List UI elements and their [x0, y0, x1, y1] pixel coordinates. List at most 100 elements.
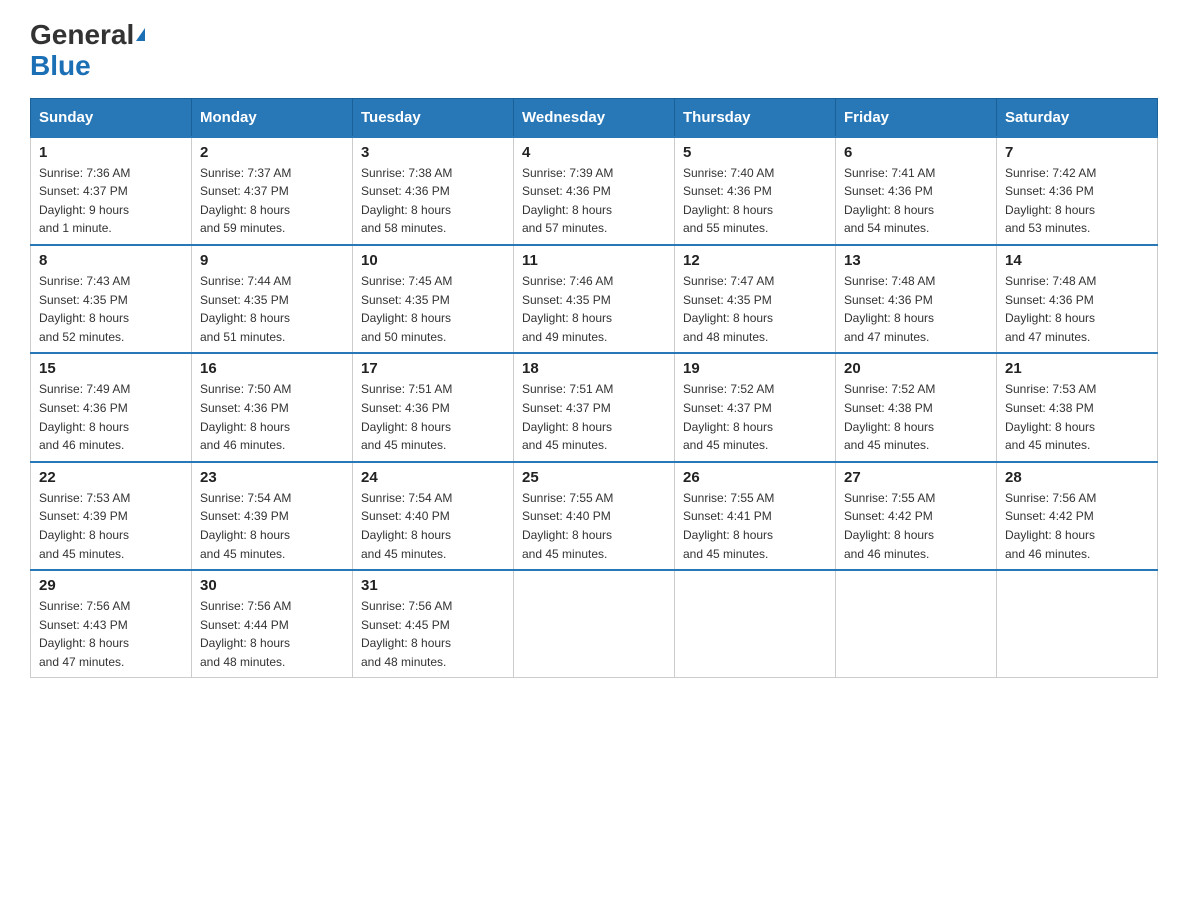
calendar-cell: 20 Sunrise: 7:52 AMSunset: 4:38 PMDaylig… [836, 353, 997, 461]
day-number: 22 [39, 469, 183, 486]
column-header-wednesday: Wednesday [514, 98, 675, 137]
logo-blue: Blue [30, 51, 91, 82]
day-number: 28 [1005, 469, 1149, 486]
day-info: Sunrise: 7:38 AMSunset: 4:36 PMDaylight:… [361, 164, 505, 238]
calendar-week-row: 15 Sunrise: 7:49 AMSunset: 4:36 PMDaylig… [31, 353, 1158, 461]
day-info: Sunrise: 7:45 AMSunset: 4:35 PMDaylight:… [361, 272, 505, 346]
calendar-week-row: 1 Sunrise: 7:36 AMSunset: 4:37 PMDayligh… [31, 137, 1158, 245]
calendar-week-row: 29 Sunrise: 7:56 AMSunset: 4:43 PMDaylig… [31, 570, 1158, 678]
calendar-cell: 24 Sunrise: 7:54 AMSunset: 4:40 PMDaylig… [353, 462, 514, 570]
calendar-cell: 8 Sunrise: 7:43 AMSunset: 4:35 PMDayligh… [31, 245, 192, 353]
day-number: 9 [200, 252, 344, 269]
day-info: Sunrise: 7:37 AMSunset: 4:37 PMDaylight:… [200, 164, 344, 238]
day-info: Sunrise: 7:46 AMSunset: 4:35 PMDaylight:… [522, 272, 666, 346]
calendar-cell: 28 Sunrise: 7:56 AMSunset: 4:42 PMDaylig… [997, 462, 1158, 570]
day-number: 5 [683, 144, 827, 161]
day-number: 26 [683, 469, 827, 486]
calendar-cell: 6 Sunrise: 7:41 AMSunset: 4:36 PMDayligh… [836, 137, 997, 245]
day-info: Sunrise: 7:39 AMSunset: 4:36 PMDaylight:… [522, 164, 666, 238]
day-info: Sunrise: 7:55 AMSunset: 4:40 PMDaylight:… [522, 489, 666, 563]
day-info: Sunrise: 7:47 AMSunset: 4:35 PMDaylight:… [683, 272, 827, 346]
calendar-cell: 25 Sunrise: 7:55 AMSunset: 4:40 PMDaylig… [514, 462, 675, 570]
calendar-cell: 5 Sunrise: 7:40 AMSunset: 4:36 PMDayligh… [675, 137, 836, 245]
calendar-cell: 26 Sunrise: 7:55 AMSunset: 4:41 PMDaylig… [675, 462, 836, 570]
day-info: Sunrise: 7:42 AMSunset: 4:36 PMDaylight:… [1005, 164, 1149, 238]
day-info: Sunrise: 7:49 AMSunset: 4:36 PMDaylight:… [39, 380, 183, 454]
day-number: 8 [39, 252, 183, 269]
calendar-cell: 18 Sunrise: 7:51 AMSunset: 4:37 PMDaylig… [514, 353, 675, 461]
day-info: Sunrise: 7:40 AMSunset: 4:36 PMDaylight:… [683, 164, 827, 238]
day-info: Sunrise: 7:56 AMSunset: 4:43 PMDaylight:… [39, 597, 183, 671]
calendar-cell: 7 Sunrise: 7:42 AMSunset: 4:36 PMDayligh… [997, 137, 1158, 245]
day-number: 10 [361, 252, 505, 269]
calendar-cell: 2 Sunrise: 7:37 AMSunset: 4:37 PMDayligh… [192, 137, 353, 245]
day-info: Sunrise: 7:55 AMSunset: 4:41 PMDaylight:… [683, 489, 827, 563]
calendar-cell: 30 Sunrise: 7:56 AMSunset: 4:44 PMDaylig… [192, 570, 353, 678]
column-header-monday: Monday [192, 98, 353, 137]
calendar-cell: 16 Sunrise: 7:50 AMSunset: 4:36 PMDaylig… [192, 353, 353, 461]
day-number: 12 [683, 252, 827, 269]
page-header: General Blue [30, 20, 1158, 82]
calendar-cell [836, 570, 997, 678]
calendar-cell: 9 Sunrise: 7:44 AMSunset: 4:35 PMDayligh… [192, 245, 353, 353]
day-number: 16 [200, 360, 344, 377]
calendar-cell: 19 Sunrise: 7:52 AMSunset: 4:37 PMDaylig… [675, 353, 836, 461]
day-number: 13 [844, 252, 988, 269]
day-info: Sunrise: 7:44 AMSunset: 4:35 PMDaylight:… [200, 272, 344, 346]
day-number: 15 [39, 360, 183, 377]
day-number: 3 [361, 144, 505, 161]
day-number: 31 [361, 577, 505, 594]
day-number: 1 [39, 144, 183, 161]
calendar-cell: 1 Sunrise: 7:36 AMSunset: 4:37 PMDayligh… [31, 137, 192, 245]
day-number: 27 [844, 469, 988, 486]
day-number: 29 [39, 577, 183, 594]
day-info: Sunrise: 7:52 AMSunset: 4:37 PMDaylight:… [683, 380, 827, 454]
calendar-cell: 27 Sunrise: 7:55 AMSunset: 4:42 PMDaylig… [836, 462, 997, 570]
calendar-cell: 3 Sunrise: 7:38 AMSunset: 4:36 PMDayligh… [353, 137, 514, 245]
day-info: Sunrise: 7:36 AMSunset: 4:37 PMDaylight:… [39, 164, 183, 238]
day-number: 18 [522, 360, 666, 377]
day-number: 25 [522, 469, 666, 486]
column-header-sunday: Sunday [31, 98, 192, 137]
day-info: Sunrise: 7:48 AMSunset: 4:36 PMDaylight:… [844, 272, 988, 346]
day-info: Sunrise: 7:52 AMSunset: 4:38 PMDaylight:… [844, 380, 988, 454]
day-number: 14 [1005, 252, 1149, 269]
column-header-thursday: Thursday [675, 98, 836, 137]
day-number: 6 [844, 144, 988, 161]
calendar-cell: 4 Sunrise: 7:39 AMSunset: 4:36 PMDayligh… [514, 137, 675, 245]
logo-general: General [30, 20, 134, 51]
day-number: 4 [522, 144, 666, 161]
day-info: Sunrise: 7:56 AMSunset: 4:42 PMDaylight:… [1005, 489, 1149, 563]
calendar-week-row: 22 Sunrise: 7:53 AMSunset: 4:39 PMDaylig… [31, 462, 1158, 570]
calendar-cell: 10 Sunrise: 7:45 AMSunset: 4:35 PMDaylig… [353, 245, 514, 353]
day-info: Sunrise: 7:51 AMSunset: 4:36 PMDaylight:… [361, 380, 505, 454]
calendar-cell: 17 Sunrise: 7:51 AMSunset: 4:36 PMDaylig… [353, 353, 514, 461]
logo-arrow-icon [136, 28, 145, 41]
day-number: 7 [1005, 144, 1149, 161]
column-header-saturday: Saturday [997, 98, 1158, 137]
column-header-friday: Friday [836, 98, 997, 137]
calendar-header-row: SundayMondayTuesdayWednesdayThursdayFrid… [31, 98, 1158, 137]
calendar-table: SundayMondayTuesdayWednesdayThursdayFrid… [30, 98, 1158, 679]
day-info: Sunrise: 7:51 AMSunset: 4:37 PMDaylight:… [522, 380, 666, 454]
day-info: Sunrise: 7:41 AMSunset: 4:36 PMDaylight:… [844, 164, 988, 238]
calendar-cell: 22 Sunrise: 7:53 AMSunset: 4:39 PMDaylig… [31, 462, 192, 570]
day-number: 21 [1005, 360, 1149, 377]
day-info: Sunrise: 7:56 AMSunset: 4:45 PMDaylight:… [361, 597, 505, 671]
day-info: Sunrise: 7:53 AMSunset: 4:39 PMDaylight:… [39, 489, 183, 563]
day-info: Sunrise: 7:43 AMSunset: 4:35 PMDaylight:… [39, 272, 183, 346]
day-number: 11 [522, 252, 666, 269]
day-number: 19 [683, 360, 827, 377]
day-info: Sunrise: 7:48 AMSunset: 4:36 PMDaylight:… [1005, 272, 1149, 346]
day-info: Sunrise: 7:55 AMSunset: 4:42 PMDaylight:… [844, 489, 988, 563]
day-info: Sunrise: 7:56 AMSunset: 4:44 PMDaylight:… [200, 597, 344, 671]
day-number: 2 [200, 144, 344, 161]
calendar-cell [514, 570, 675, 678]
day-info: Sunrise: 7:54 AMSunset: 4:39 PMDaylight:… [200, 489, 344, 563]
calendar-cell [675, 570, 836, 678]
calendar-cell: 15 Sunrise: 7:49 AMSunset: 4:36 PMDaylig… [31, 353, 192, 461]
calendar-cell: 11 Sunrise: 7:46 AMSunset: 4:35 PMDaylig… [514, 245, 675, 353]
day-number: 20 [844, 360, 988, 377]
calendar-cell: 31 Sunrise: 7:56 AMSunset: 4:45 PMDaylig… [353, 570, 514, 678]
day-info: Sunrise: 7:50 AMSunset: 4:36 PMDaylight:… [200, 380, 344, 454]
